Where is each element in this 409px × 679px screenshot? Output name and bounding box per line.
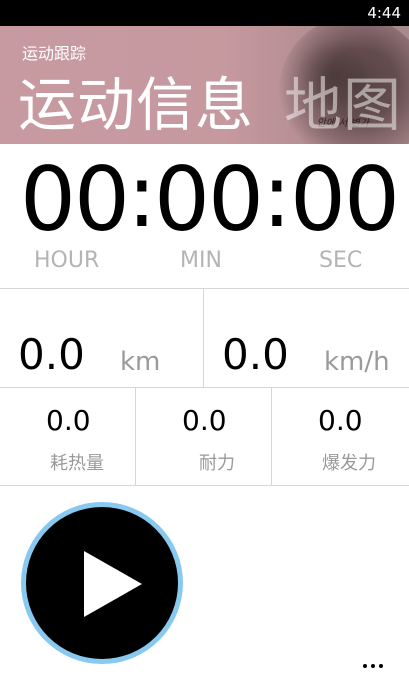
more-dots-icon [379, 664, 383, 668]
endurance-label: 耐力 [199, 453, 235, 474]
calories-label: 耗热量 [50, 453, 104, 474]
more-dots-icon [371, 664, 375, 668]
play-icon [84, 551, 142, 617]
timer-hours: 00 [20, 148, 130, 251]
timer-separator: : [127, 144, 157, 247]
divider [135, 387, 136, 485]
more-dots-icon [363, 664, 367, 668]
pivot-item-map[interactable]: 地图 [284, 72, 402, 138]
more-menu-button[interactable] [361, 660, 391, 674]
timer-separator: : [262, 144, 292, 247]
header-panorama: 안에 서 변가 运动跟踪 运动信息 地图 [0, 26, 409, 144]
speed-unit: km/h [324, 347, 390, 377]
power-value: 0.0 [318, 404, 363, 437]
timer-display: 00 : 00 : 00 [0, 146, 409, 251]
power-label: 爆发力 [322, 453, 376, 474]
timer-minutes: 00 [154, 148, 264, 251]
timer-label-hour: HOUR [34, 248, 100, 273]
play-button[interactable] [26, 507, 178, 659]
status-time: 4:44 [367, 4, 401, 22]
pivot-item-sport-info[interactable]: 运动信息 [18, 72, 254, 138]
divider [271, 387, 272, 485]
speed-value: 0.0 [222, 330, 289, 379]
divider [0, 288, 409, 289]
divider [0, 387, 409, 388]
timer-seconds: 00 [290, 148, 400, 251]
divider [0, 485, 409, 486]
calories-value: 0.0 [46, 404, 91, 437]
timer-label-sec: SEC [319, 248, 363, 273]
distance-value: 0.0 [18, 330, 85, 379]
endurance-value: 0.0 [182, 404, 227, 437]
timer-label-min: MIN [180, 248, 222, 273]
app-title: 运动跟踪 [22, 44, 87, 63]
distance-unit: km [120, 347, 161, 377]
divider [203, 288, 204, 387]
status-bar: 4:44 [0, 0, 409, 26]
